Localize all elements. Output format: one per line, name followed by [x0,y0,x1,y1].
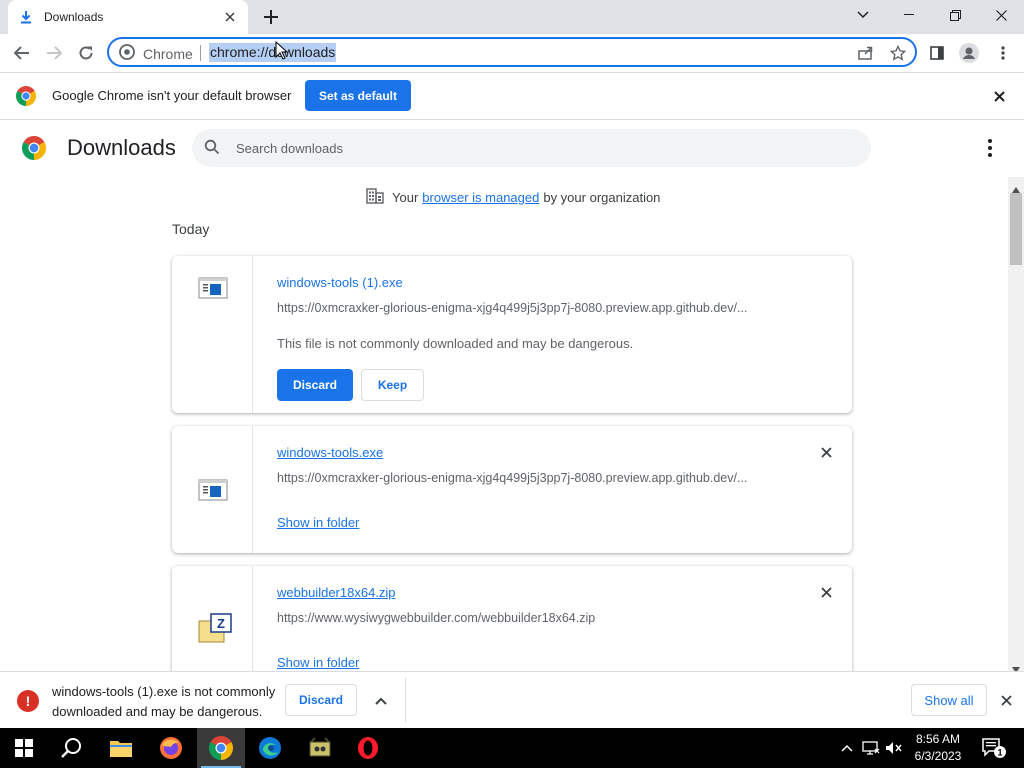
remove-icon[interactable] [818,584,834,600]
minimize-icon[interactable] [886,0,932,30]
file-url[interactable]: https://0xmcraxker-glorious-enigma-xjg4q… [277,471,797,485]
page-header: Downloads [0,121,1008,177]
clock-time: 8:56 AM [915,732,961,746]
close-window-icon[interactable] [978,0,1024,30]
show-in-folder-link[interactable]: Show in folder [277,515,359,530]
remove-icon[interactable] [818,444,834,460]
bookmark-star-icon[interactable] [889,44,907,62]
new-tab-button[interactable] [259,5,283,29]
tab-strip: Downloads [0,0,1024,34]
share-icon[interactable] [857,44,875,62]
managed-suffix: by your organization [543,190,661,205]
discard-button[interactable]: Discard [277,369,353,401]
opera-icon[interactable] [344,728,392,768]
site-label: Chrome [143,45,193,62]
set-as-default-button[interactable]: Set as default [305,80,411,111]
chrome-logo-icon [16,86,36,109]
network-icon[interactable] [861,738,881,758]
show-in-folder-link[interactable]: Show in folder [277,655,359,670]
search-downloads[interactable] [192,129,871,167]
file-name-link[interactable]: webbuilder18x64.zip [277,585,396,600]
file-name-link[interactable]: windows-tools.exe [277,445,383,460]
start-icon[interactable] [0,728,48,768]
file-explorer-icon[interactable] [97,728,145,768]
download-item: Z webbuilder18x64.zip https://www.wysiwy… [172,566,852,671]
scrollbar-thumb[interactable] [1010,193,1022,265]
more-actions-icon[interactable] [980,137,1000,159]
profile-avatar-icon[interactable] [958,42,980,64]
building-icon [366,188,384,207]
edge-icon[interactable] [246,728,294,768]
show-all-button[interactable]: Show all [911,684,987,716]
url-text[interactable]: chrome://downloads [209,43,337,62]
notification-count: 1 [997,748,1002,758]
file-icon-column: Z [172,566,253,671]
windows-taskbar: 8:56 AM 6/3/2023 1 [0,728,1024,768]
app-icon[interactable] [296,728,344,768]
infobar-message: Google Chrome isn't your default browser [52,88,292,103]
file-name: windows-tools (1).exe [277,275,403,290]
download-item: windows-tools.exe https://0xmcraxker-glo… [172,426,852,553]
page-title: Downloads [67,135,176,160]
browser-managed-link[interactable]: browser is managed [422,190,539,205]
volume-muted-icon[interactable] [884,738,904,758]
danger-warning: This file is not commonly downloaded and… [277,336,634,351]
omnibox-separator [200,45,201,61]
download-item: windows-tools (1).exe https://0xmcraxker… [172,256,852,413]
tab-title: Downloads [44,10,104,24]
tab-downloads[interactable]: Downloads [8,0,248,34]
toolbar: Chrome chrome://downloads [0,34,1024,72]
back-button[interactable] [8,39,36,67]
download-icon [18,9,34,25]
side-panel-icon[interactable] [926,42,948,64]
tab-close-icon[interactable] [222,9,238,25]
shelf-message: windows-tools (1).exe is not commonly do… [52,684,276,719]
show-hidden-icons-icon[interactable] [838,738,856,758]
search-icon [204,139,220,158]
search-icon[interactable] [48,728,96,768]
svg-text:Z: Z [217,616,225,631]
chrome-site-icon [119,44,135,63]
firefox-icon[interactable] [147,728,195,768]
mouse-cursor-icon [275,40,289,64]
file-url[interactable]: https://www.wysiwygwebbuilder.com/webbui… [277,611,797,625]
exe-file-icon [198,277,228,299]
managed-notice: Your browser is managed by your organiza… [366,188,660,207]
file-url[interactable]: https://0xmcraxker-glorious-enigma-xjg4q… [277,301,797,315]
site-info-chip[interactable]: Chrome [119,44,193,63]
reload-button[interactable] [72,39,100,67]
shelf-close-icon[interactable] [998,692,1014,708]
default-browser-infobar: Google Chrome isn't your default browser… [0,72,1024,120]
file-icon-column [172,426,253,553]
chrome-logo-icon [22,136,46,163]
download-shelf: ! windows-tools (1).exe is not commonly … [0,671,1024,728]
scroll-down-icon[interactable] [1012,661,1020,671]
chrome-menu-icon[interactable] [992,42,1014,64]
tab-search-icon[interactable] [840,0,886,30]
notification-center-icon[interactable]: 1 [980,738,1008,758]
warning-icon: ! [17,690,39,712]
managed-prefix: Your [392,190,419,205]
page-scrollbar[interactable] [1008,177,1024,671]
date-header: Today [172,221,210,237]
downloads-page: Downloads Your browser is managed by you… [0,121,1024,671]
clock-date: 6/3/2023 [914,749,962,763]
shelf-discard-button[interactable]: Discard [285,684,357,716]
shelf-divider [405,678,406,722]
system-clock[interactable]: 8:56 AM 6/3/2023 [905,731,971,765]
infobar-close-icon[interactable] [990,87,1008,105]
restore-icon[interactable] [932,0,978,30]
chrome-icon[interactable] [197,728,245,768]
forward-button[interactable] [40,39,68,67]
scroll-up-icon[interactable] [1012,181,1020,193]
chevron-up-icon[interactable] [372,692,390,710]
search-input[interactable] [236,138,836,158]
file-icon-column [172,256,253,413]
exe-file-icon [198,479,228,501]
zip-file-icon: Z [198,613,232,643]
keep-button[interactable]: Keep [361,369,424,401]
address-bar[interactable]: Chrome chrome://downloads [107,37,917,67]
